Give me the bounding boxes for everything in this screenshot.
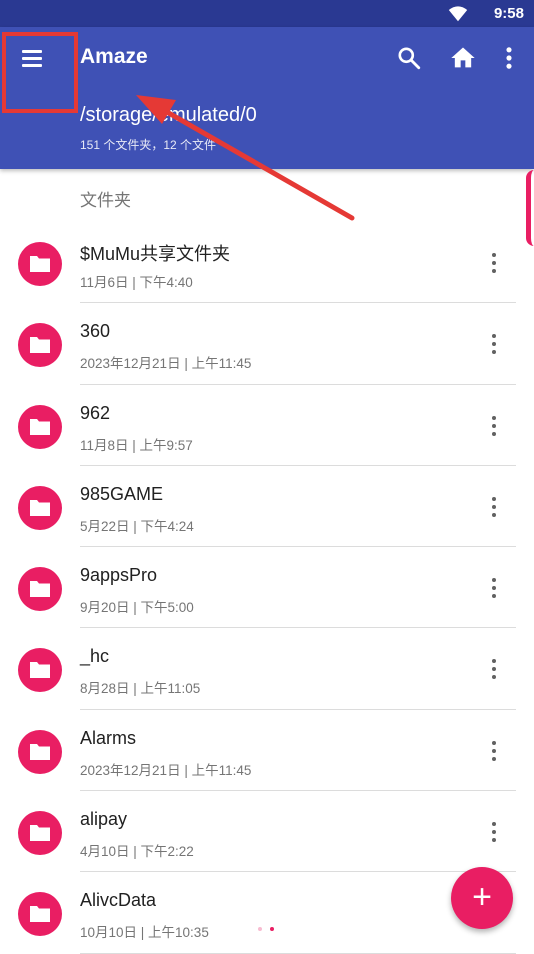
folder-date: 2023年12月21日 | 上午11:45 [80,356,252,372]
page-indicator [258,927,278,933]
app-bar: Amaze /storage/emulated/0 151 个文件夹，12 个文… [0,27,534,169]
folder-name: $MuMu共享文件夹 [80,244,231,264]
current-path[interactable]: /storage/emulated/0 [80,104,257,127]
folder-row[interactable]: alipay 4月10日 | 下午2:22 [0,791,534,873]
folder-date: 9月20日 | 下午5:00 [80,600,194,616]
folder-icon [18,485,62,530]
folder-date: 11月8日 | 上午9:57 [80,437,193,453]
annotation-highlight-box [2,32,78,113]
status-time: 9:58 [493,5,524,22]
folder-date: 4月10日 | 下午2:22 [80,844,194,860]
more-vert-icon[interactable] [484,415,504,437]
folder-date: 5月22日 | 下午4:24 [80,518,194,534]
folder-date: 11月6日 | 下午4:40 [80,275,193,290]
wifi-icon [448,6,468,22]
home-icon[interactable] [449,44,477,72]
folder-row[interactable]: Alarms 2023年12月21日 | 上午11:45 [0,710,534,792]
file-list: $MuMu共享文件夹 11月6日 | 下午4:40 360 2023年12月21日 |… [0,222,534,954]
folder-icon [18,242,62,286]
section-header-folders: 文件夹 [80,191,131,210]
folder-icon [18,811,62,856]
folder-row[interactable]: 962 11月8日 | 上午9:57 [0,385,534,466]
folder-row[interactable]: 9appsPro 9月20日 | 下午5:00 [0,547,534,629]
folder-name: 9appsPro [80,565,158,586]
folder-name: _hc [80,646,110,667]
more-vert-icon[interactable] [484,333,504,355]
folder-icon [18,404,62,449]
more-vert-icon[interactable] [484,740,504,762]
add-button[interactable]: + [451,867,513,929]
folder-row[interactable]: 360 2023年12月21日 | 上午11:45 [0,303,534,385]
folder-name: alipay [80,809,128,830]
more-vert-icon[interactable] [484,496,504,518]
more-vert-icon[interactable] [498,44,520,72]
more-vert-icon[interactable] [484,658,504,680]
folder-name: 985GAME [80,483,164,504]
folder-name: AlivcData [80,890,157,911]
folder-icon [18,323,62,368]
folder-name: 962 [80,402,111,423]
more-vert-icon[interactable] [484,821,504,843]
search-icon[interactable] [396,45,422,71]
folder-row[interactable]: _hc 8月28日 | 上午11:05 [0,628,534,710]
folder-date: 8月28日 | 上午11:05 [80,681,201,697]
more-vert-icon[interactable] [484,577,504,599]
app-title: Amaze [80,45,148,68]
folder-icon [18,567,62,612]
more-vert-icon[interactable] [484,252,504,274]
folder-icon [18,648,62,693]
folder-name: 360 [80,321,111,342]
folder-icon [18,729,62,774]
folder-row[interactable]: 985GAME 5月22日 | 下午4:24 [0,466,534,548]
status-bar: 9:58 [0,0,534,27]
folder-icon [18,892,62,937]
item-count-summary: 151 个文件夹，12 个文件 [80,138,217,152]
folder-name: Alarms [80,727,137,748]
folder-row[interactable]: $MuMu共享文件夹 11月6日 | 下午4:40 [0,222,534,304]
folder-date: 2023年12月21日 | 上午11:45 [80,762,252,778]
folder-date: 10月10日 | 上午10:35 [80,925,209,941]
